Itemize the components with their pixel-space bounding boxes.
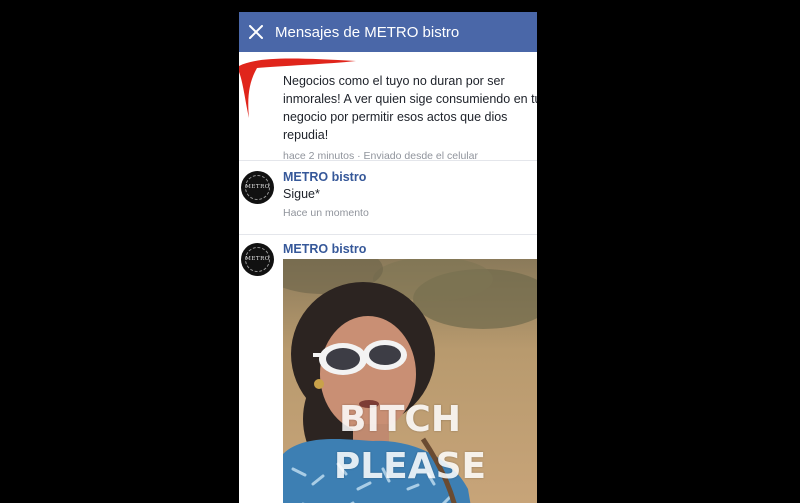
message-line: repudia! xyxy=(283,128,329,142)
message-item: METRO METRO bistro BITCH PLEASE xyxy=(239,235,537,503)
avatar[interactable]: METRO xyxy=(241,243,274,276)
avatar[interactable]: METRO xyxy=(241,171,274,204)
header-title: Mensajes de METRO bistro xyxy=(275,23,460,41)
close-button[interactable] xyxy=(239,12,273,52)
message-timestamp: Hace un momento xyxy=(283,207,369,219)
sender-name[interactable]: METRO bistro xyxy=(283,242,537,256)
gif-attachment[interactable]: BITCH PLEASE xyxy=(283,259,537,503)
gif-caption: BITCH xyxy=(339,399,461,440)
header-bar: Mensajes de METRO bistro xyxy=(239,12,537,52)
redaction-scribble xyxy=(239,58,356,118)
close-icon xyxy=(249,25,263,39)
message-text: Sigue* xyxy=(283,187,320,201)
avatar-ring xyxy=(245,247,270,272)
messenger-window: Mensajes de METRO bistro Negocios como e… xyxy=(239,12,537,503)
avatar-ring xyxy=(245,175,270,200)
message-item: METRO METRO bistro Sigue* Hace un moment… xyxy=(239,161,537,235)
sender-name[interactable]: METRO bistro xyxy=(283,170,537,184)
gif-caption: PLEASE xyxy=(333,446,487,487)
message-item: Negocios como el tuyo no duran por ser i… xyxy=(239,52,537,162)
